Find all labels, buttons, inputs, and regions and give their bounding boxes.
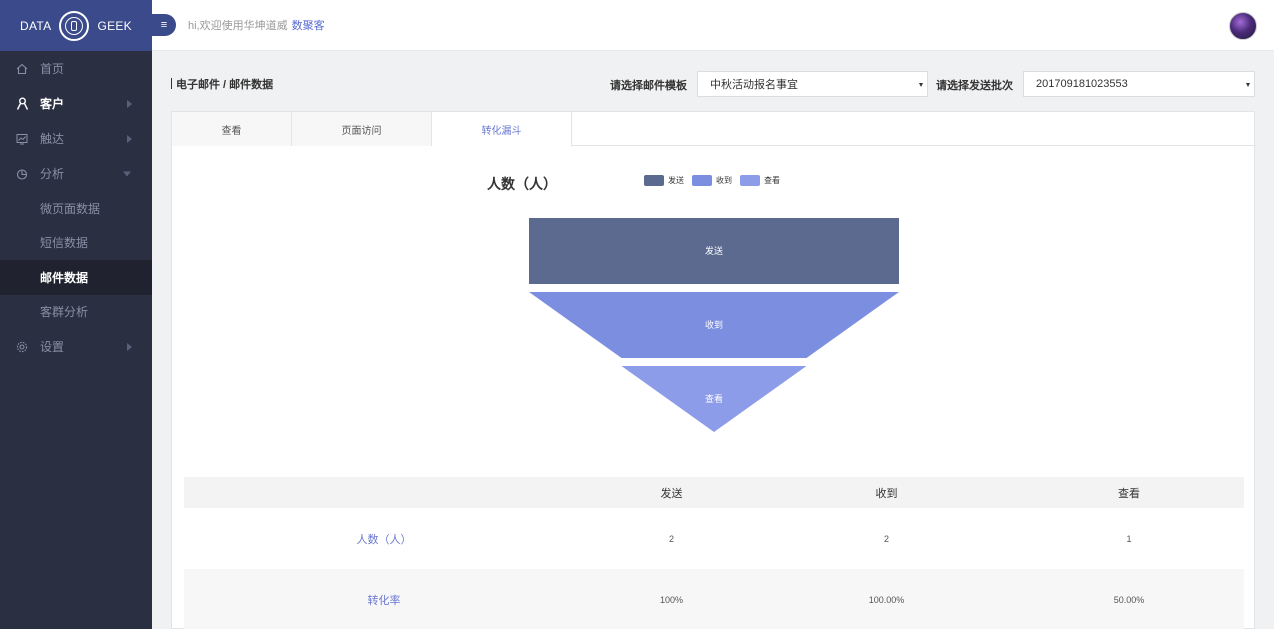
logo-right-text: GEEK — [97, 18, 132, 33]
table-header: 收到 — [759, 477, 1014, 508]
table-header: 发送 — [584, 477, 759, 508]
sidebar-item-label: 首页 — [40, 62, 65, 76]
welcome-text: hi,欢迎使用华坤道威 — [188, 20, 288, 32]
chevron-right-icon — [127, 134, 132, 143]
table-row: 人数（人） 2 2 1 — [184, 508, 1244, 569]
sidebar-subitem-label: 客群分析 — [40, 305, 89, 320]
caret-down-icon — [1246, 83, 1250, 87]
sidebar: DATA GEEK 首页 客户 触达 分析 微页面数据 短信数据 邮件数据 客群… — [0, 0, 152, 629]
table-row-label: 转化率 — [184, 569, 584, 629]
sidebar-item-label: 触达 — [40, 132, 65, 146]
tab-bar: 查看 页面访问 转化漏斗 — [172, 112, 1254, 147]
table-row: 转化率 100% 100.00% 50.00% — [184, 569, 1244, 629]
tab-page-visits[interactable]: 页面访问 — [292, 112, 432, 146]
menu-icon: ≡ — [160, 19, 168, 31]
table-cell: 100.00% — [759, 569, 1014, 629]
table-header — [184, 477, 584, 508]
chevron-down-icon — [123, 171, 131, 176]
tab-label: 查看 — [221, 125, 242, 137]
funnel-segment-label: 发送 — [705, 245, 723, 257]
chevron-right-icon — [127, 99, 132, 108]
table-cell: 1 — [1014, 508, 1244, 569]
avatar[interactable] — [1229, 12, 1257, 40]
table-header: 查看 — [1014, 477, 1244, 508]
breadcrumb-text: 电子邮件 / 邮件数据 — [176, 79, 274, 91]
pie-icon — [15, 167, 29, 181]
batch-select-value: 201709181023553 — [1036, 78, 1128, 90]
sidebar-subitem-micropage[interactable]: 微页面数据 — [0, 191, 152, 226]
home-icon — [15, 62, 29, 76]
sidebar-item-analysis[interactable]: 分析 — [0, 156, 152, 191]
caret-down-icon — [919, 83, 923, 87]
sidebar-subitem-label: 短信数据 — [40, 236, 89, 251]
template-label: 请选择邮件模板 — [610, 80, 687, 92]
tab-label: 页面访问 — [341, 125, 382, 137]
table-cell: 50.00% — [1014, 569, 1244, 629]
tab-label: 转化漏斗 — [481, 125, 522, 137]
sidebar-subitem-label: 邮件数据 — [40, 270, 89, 285]
table-row-label: 人数（人） — [184, 508, 584, 569]
tab-view[interactable]: 查看 — [172, 112, 292, 146]
sidebar-item-home[interactable]: 首页 — [0, 51, 152, 86]
batch-label: 请选择发送批次 — [936, 80, 1013, 92]
breadcrumb: 电子邮件 / 邮件数据 — [171, 76, 273, 92]
funnel-svg: 发送收到查看 — [529, 218, 899, 432]
sidebar-subitem-label: 微页面数据 — [40, 201, 101, 216]
sidebar-item-label: 客户 — [40, 97, 65, 111]
top-header: ≡ hi,欢迎使用华坤道威 数聚客 — [152, 0, 1274, 51]
table-cell: 100% — [584, 569, 759, 629]
chart-icon — [15, 132, 29, 146]
logo[interactable]: DATA GEEK — [0, 0, 152, 51]
template-select-value: 中秋活动报名事宜 — [710, 79, 798, 91]
logo-mark-icon — [59, 10, 90, 41]
sidebar-item-settings[interactable]: 设置 — [0, 329, 152, 364]
tab-conversion-funnel[interactable]: 转化漏斗 — [432, 112, 572, 147]
content-panel: 查看 页面访问 转化漏斗 人数（人） 发送 收到 查看 发送 收到 查看 发送 收到 查… — [171, 111, 1255, 629]
toolbar: 电子邮件 / 邮件数据 请选择邮件模板 中秋活动报名事宜 请选择发送批次 201… — [171, 70, 1255, 98]
chevron-right-icon — [127, 342, 132, 351]
sidebar-item-reach[interactable]: 触达 — [0, 121, 152, 156]
funnel-table: 发送 收到 查看 人数（人） 2 2 1 转化率 100% 100.00% 50… — [184, 477, 1244, 629]
batch-select[interactable]: 201709181023553 — [1023, 71, 1255, 97]
sidebar-nav: 首页 客户 触达 分析 微页面数据 短信数据 邮件数据 客群分析 设置 — [0, 51, 152, 364]
funnel-chart: 人数（人） 发送 收到 查看 发送 收到 查看 — [172, 147, 1256, 477]
sidebar-item-label: 分析 — [40, 167, 65, 181]
gear-icon — [15, 340, 29, 354]
table-cell: 2 — [759, 508, 1014, 569]
sidebar-item-label: 设置 — [40, 340, 65, 354]
sidebar-item-customer[interactable]: 客户 — [0, 86, 152, 121]
funnel-segment-label: 查看 — [705, 393, 723, 405]
sidebar-subitem-email[interactable]: 邮件数据 — [0, 260, 152, 295]
sidebar-subitem-segment[interactable]: 客群分析 — [0, 295, 152, 330]
sidebar-subitem-sms[interactable]: 短信数据 — [0, 226, 152, 261]
template-select[interactable]: 中秋活动报名事宜 — [697, 71, 928, 97]
app-name: 数聚客 — [291, 20, 325, 32]
menu-toggle-button[interactable]: ≡ — [152, 14, 176, 36]
logo-left-text: DATA — [20, 18, 52, 33]
table-cell: 2 — [584, 508, 759, 569]
funnel-segment-label: 收到 — [705, 319, 723, 331]
user-icon — [15, 97, 29, 111]
